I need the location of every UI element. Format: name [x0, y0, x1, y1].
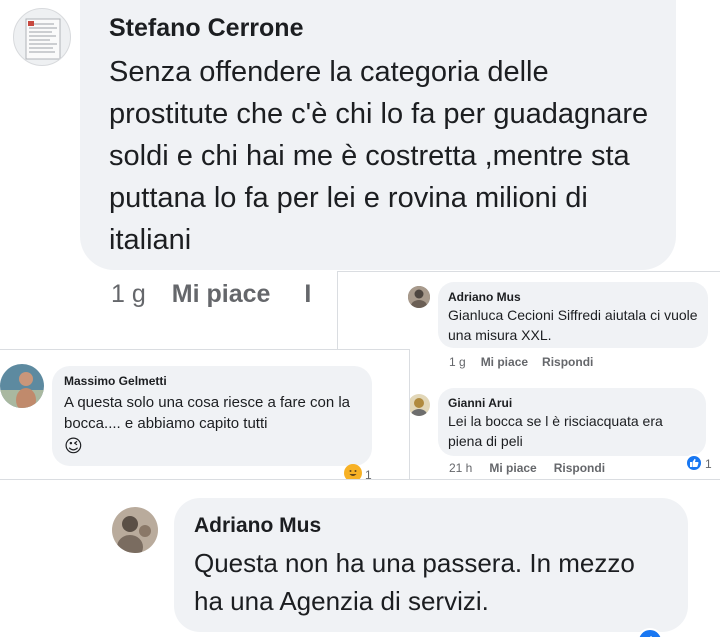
- screenshot-snippet-massimo: Massimo Gelmetti A questa solo una cosa …: [0, 349, 410, 480]
- comment-text: Questa non ha una passera. In mezzo ha u…: [194, 548, 635, 616]
- reaction-count: 1: [705, 457, 712, 471]
- person-photo-icon: [408, 394, 430, 416]
- reply-button[interactable]: I: [304, 280, 311, 309]
- comment-time[interactable]: 21 h: [449, 461, 472, 475]
- comment-text: Senza offendere la categoria delle prost…: [109, 56, 649, 256]
- comment-text: Lei la bocca se l è risciacquata era pie…: [448, 413, 663, 449]
- like-button[interactable]: Mi piace: [172, 280, 271, 309]
- comment-actions: 1 g Mi piace Rispondi: [449, 355, 593, 369]
- comment-text: A questa solo una cosa riesce a fare con…: [64, 394, 351, 432]
- avatar-gianni[interactable]: [408, 394, 430, 416]
- comment-actions: 21 h Mi piace Rispondi: [449, 461, 605, 475]
- comment-author[interactable]: Adriano Mus: [194, 513, 688, 539]
- haha-icon: [346, 466, 360, 480]
- reply-button[interactable]: Rispondi: [554, 461, 605, 475]
- like-icon: [690, 458, 699, 467]
- document-avatar-icon: [25, 18, 61, 60]
- comment-actions: 1 g Mi piace I: [111, 280, 311, 309]
- comment-text: Gianluca Cecioni Siffredi aiutala ci vuo…: [448, 307, 698, 343]
- comment-author[interactable]: Adriano Mus: [448, 289, 698, 305]
- comment-bubble-gianni: Gianni Arui Lei la bocca se l è risciacq…: [438, 388, 706, 456]
- like-button[interactable]: Mi piace: [481, 355, 528, 369]
- comment-author[interactable]: Stefano Cerrone: [109, 12, 676, 44]
- comment-time[interactable]: 1 g: [111, 280, 146, 309]
- wink-emoji: 😉: [64, 436, 83, 456]
- avatar-massimo[interactable]: [0, 364, 44, 408]
- reaction-badge[interactable]: [685, 454, 703, 472]
- avatar-adriano[interactable]: [112, 507, 158, 553]
- person-photo-icon: [112, 507, 158, 553]
- screenshot-snippet-adriano-bottom: Adriano Mus Questa non ha una passera. I…: [0, 479, 720, 637]
- comment-bubble-adriano: Adriano Mus Gianluca Cecioni Siffredi ai…: [438, 282, 708, 348]
- like-button[interactable]: Mi piace: [489, 461, 536, 475]
- comment-author[interactable]: Gianni Arui: [448, 395, 696, 411]
- comment-time[interactable]: 1 g: [449, 355, 466, 369]
- reaction-badge[interactable]: [344, 464, 362, 480]
- person-photo-icon: [408, 286, 430, 308]
- comment-bubble-adriano: Adriano Mus Questa non ha una passera. I…: [174, 498, 688, 632]
- person-photo-icon: [0, 364, 44, 408]
- avatar-stefano[interactable]: [13, 8, 71, 66]
- avatar-adriano[interactable]: [408, 286, 430, 308]
- comment-bubble: Stefano Cerrone Senza offendere la categ…: [80, 0, 676, 270]
- reply-button[interactable]: Rispondi: [542, 355, 593, 369]
- comment-bubble-massimo: Massimo Gelmetti A questa solo una cosa …: [52, 366, 372, 466]
- comment-author[interactable]: Massimo Gelmetti: [64, 373, 360, 389]
